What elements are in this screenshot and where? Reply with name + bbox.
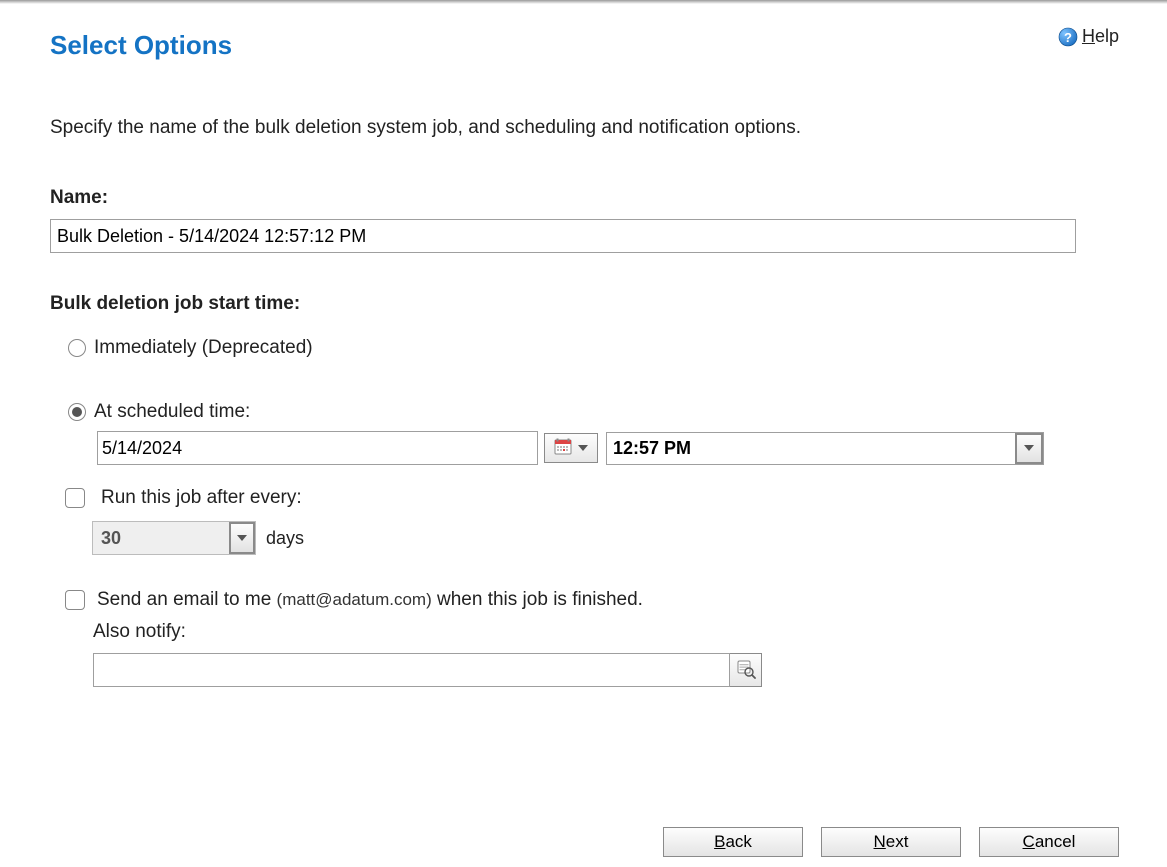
date-picker-button[interactable] (544, 433, 598, 463)
next-button[interactable]: Next (821, 827, 961, 857)
help-icon: ? (1058, 27, 1078, 47)
lookup-icon (736, 659, 756, 682)
run-every-label: Run this job after every: (101, 487, 302, 509)
radio-scheduled-label: At scheduled time: (94, 401, 250, 423)
checkbox-run-every[interactable] (65, 488, 85, 508)
time-input-wrap (606, 432, 1044, 465)
interval-unit-label: days (266, 528, 304, 549)
back-button[interactable]: Back (663, 827, 803, 857)
send-email-label: Send an email to me (matt@adatum.com) wh… (97, 589, 643, 611)
also-notify-label: Also notify: (93, 621, 1119, 643)
page-description: Specify the name of the bulk deletion sy… (50, 117, 1119, 139)
send-email-suffix: when this job is finished. (437, 589, 643, 610)
run-every-row: Run this job after every: (65, 487, 1119, 509)
radio-immediately-row: Immediately (Deprecated) (68, 337, 1119, 359)
interval-row: days (92, 521, 1119, 555)
chevron-down-icon (237, 535, 247, 541)
page-title: Select Options (50, 30, 232, 61)
radio-immediately[interactable] (68, 339, 86, 357)
date-input[interactable] (97, 431, 538, 465)
chevron-down-icon (578, 445, 588, 451)
wizard-page: Select Options ? Help Specify the name o… (0, 4, 1167, 867)
lookup-button[interactable] (730, 653, 762, 687)
scheduled-inputs (97, 431, 1119, 465)
name-input[interactable] (50, 219, 1076, 253)
header-row: Select Options ? Help (50, 26, 1119, 61)
name-label: Name: (50, 187, 1119, 209)
chevron-down-icon (1024, 445, 1034, 451)
checkbox-send-email[interactable] (65, 590, 85, 610)
svg-text:?: ? (1064, 30, 1072, 45)
radio-immediately-label: Immediately (Deprecated) (94, 337, 313, 359)
send-email-row: Send an email to me (matt@adatum.com) wh… (65, 589, 1119, 611)
wizard-footer: Back Next Cancel (0, 817, 1167, 867)
send-email-address: (matt@adatum.com) (277, 590, 432, 609)
time-input[interactable] (606, 432, 1044, 465)
help-label: Help (1082, 26, 1119, 47)
time-dropdown-button[interactable] (1015, 433, 1043, 464)
radio-scheduled-row: At scheduled time: (68, 401, 1119, 423)
interval-dropdown-button[interactable] (229, 522, 255, 554)
also-notify-row (93, 653, 1119, 687)
radio-scheduled[interactable] (68, 403, 86, 421)
help-link[interactable]: ? Help (1058, 26, 1119, 47)
interval-wrap (92, 521, 256, 555)
start-time-label: Bulk deletion job start time: (50, 293, 1119, 315)
send-email-prefix: Send an email to me (97, 589, 271, 610)
calendar-icon (554, 438, 576, 459)
also-notify-input[interactable] (93, 653, 730, 687)
cancel-button[interactable]: Cancel (979, 827, 1119, 857)
